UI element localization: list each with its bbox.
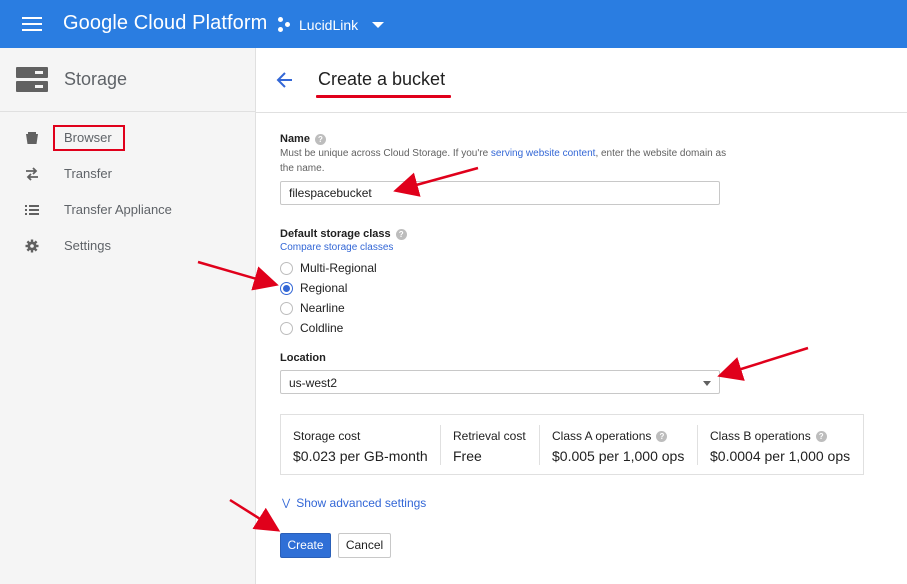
sidebar-item-settings[interactable]: Settings xyxy=(0,228,255,264)
project-name: LucidLink xyxy=(299,17,359,33)
bucket-name-input[interactable] xyxy=(280,181,720,205)
page-header: Create a bucket xyxy=(256,48,907,113)
compare-link-text[interactable]: Compare storage classes xyxy=(280,242,393,253)
help-icon[interactable]: ? xyxy=(314,133,326,145)
sidebar-item-transfer-appliance[interactable]: Transfer Appliance xyxy=(0,192,255,228)
chevron-down-icon xyxy=(372,22,385,28)
radio-nearline[interactable]: Nearline xyxy=(280,299,345,317)
location-select[interactable]: us-west2 xyxy=(280,370,720,394)
transfer-arrows-icon xyxy=(24,167,40,181)
project-dots-icon xyxy=(278,17,292,33)
radio-regional[interactable]: Regional xyxy=(280,279,347,297)
hamburger-menu-icon[interactable] xyxy=(22,16,42,32)
back-arrow-icon[interactable] xyxy=(274,69,296,91)
cost-title: Retrieval cost xyxy=(453,429,526,443)
cost-title: Storage cost xyxy=(293,429,361,443)
top-app-bar: Google Cloud Platform LucidLink xyxy=(0,0,907,48)
help-icon[interactable]: ? xyxy=(395,228,407,240)
cost-class-a: Class A operations? $0.005 per 1,000 ops xyxy=(540,425,698,465)
location-label: Location xyxy=(280,352,326,364)
advanced-link-text: Show advanced settings xyxy=(296,496,427,510)
cost-value: Free xyxy=(453,448,482,464)
gear-icon xyxy=(24,239,40,253)
cost-value: $0.005 per 1,000 ops xyxy=(552,448,685,464)
sidebar-item-label: Settings xyxy=(64,238,111,253)
cost-value: $0.0004 per 1,000 ops xyxy=(710,448,851,464)
brand-title[interactable]: Google Cloud Platform xyxy=(63,12,267,35)
cost-title: Class B operations xyxy=(710,429,811,443)
radio-multi-regional[interactable]: Multi-Regional xyxy=(280,259,377,277)
sidebar-item-browser[interactable]: Browser xyxy=(0,120,255,156)
radio-label: Multi-Regional xyxy=(300,261,377,275)
double-chevron-down-icon: ⋁ xyxy=(282,497,291,509)
dropdown-arrow-icon xyxy=(703,381,711,386)
help-icon[interactable]: ? xyxy=(815,431,827,443)
highlight-box-browser xyxy=(53,125,125,151)
list-icon xyxy=(24,203,40,217)
location-value: us-west2 xyxy=(289,376,338,390)
storage-class-label-text: Default storage class xyxy=(280,228,391,240)
sidebar-item-transfer[interactable]: Transfer xyxy=(0,156,255,192)
cost-title-row: Class A operations? xyxy=(552,429,668,443)
cost-value: $0.023 per GB-month xyxy=(293,448,428,464)
name-hint-text: Must be unique across Cloud Storage. If … xyxy=(280,148,491,159)
serving-website-content-link[interactable]: serving website content xyxy=(491,148,596,159)
sidebar-header: Storage xyxy=(0,48,255,112)
radio-button[interactable] xyxy=(280,261,293,275)
radio-label: Regional xyxy=(300,281,348,295)
cost-summary: Storage cost $0.023 per GB-month Retriev… xyxy=(280,414,864,475)
sidebar-title: Storage xyxy=(64,69,128,89)
radio-button[interactable] xyxy=(280,301,293,315)
cost-retrieval: Retrieval cost Free xyxy=(441,425,540,465)
storage-icon xyxy=(16,67,48,93)
arrow-annotation-location xyxy=(717,346,809,381)
radio-button[interactable] xyxy=(280,321,293,335)
name-hint: Must be unique across Cloud Storage. If … xyxy=(280,146,730,176)
help-icon[interactable]: ? xyxy=(656,431,668,443)
show-advanced-settings-link[interactable]: ⋁ Show advanced settings xyxy=(282,496,426,510)
cost-storage: Storage cost $0.023 per GB-month xyxy=(281,425,441,465)
create-button[interactable]: Create xyxy=(280,533,331,558)
sidebar-item-label: Transfer Appliance xyxy=(64,202,172,217)
radio-label: Coldline xyxy=(300,321,344,335)
sidebar-item-label: Transfer xyxy=(64,166,112,181)
bucket-icon xyxy=(24,131,40,145)
project-selector[interactable]: LucidLink xyxy=(278,14,385,36)
page-title: Create a bucket xyxy=(318,69,446,89)
radio-label: Nearline xyxy=(300,301,345,315)
radio-button-selected[interactable] xyxy=(280,281,293,295)
compare-storage-classes-link[interactable]: Compare storage classes xyxy=(280,240,393,255)
cost-class-b: Class B operations? $0.0004 per 1,000 op… xyxy=(698,425,864,465)
title-underline-annotation xyxy=(316,95,451,98)
sidebar: Storage Browser Transfer Transfer Applia… xyxy=(0,48,256,584)
cost-title-row: Class B operations? xyxy=(710,429,827,443)
cost-title: Class A operations xyxy=(552,429,652,443)
cancel-button[interactable]: Cancel xyxy=(338,533,391,558)
radio-coldline[interactable]: Coldline xyxy=(280,319,343,337)
name-label-text: Name xyxy=(280,133,310,145)
name-label: Name? xyxy=(280,133,326,145)
storage-class-label: Default storage class? xyxy=(280,228,407,240)
